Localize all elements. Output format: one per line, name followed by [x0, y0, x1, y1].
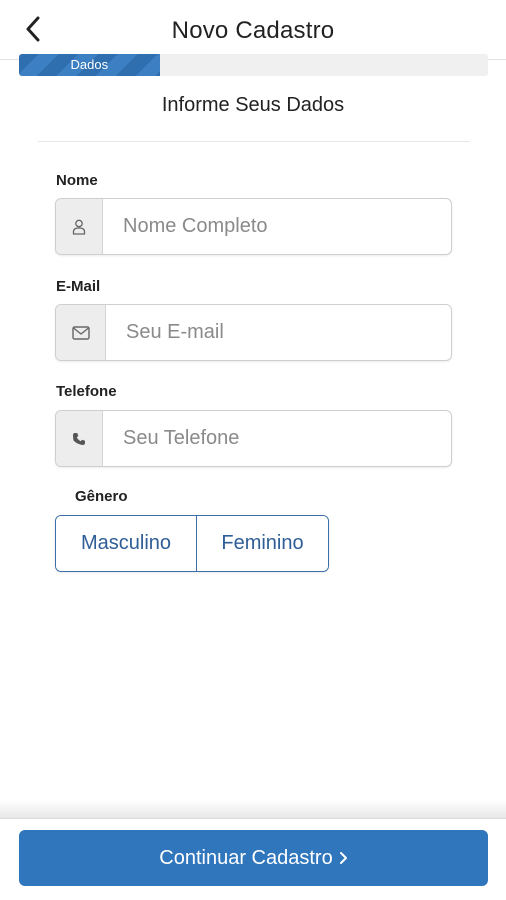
- phone-icon: [73, 432, 85, 445]
- continue-label: Continuar Cadastro: [159, 846, 333, 869]
- envelope-icon: [71, 325, 90, 340]
- phone-input-group: [55, 410, 452, 467]
- continue-button[interactable]: Continuar Cadastro: [19, 830, 488, 886]
- email-input[interactable]: [106, 305, 451, 360]
- phone-input[interactable]: [103, 411, 451, 466]
- progress-bar: Dados: [19, 54, 488, 76]
- name-input-group: [55, 198, 452, 255]
- name-addon: [56, 199, 103, 254]
- section-title: Informe Seus Dados: [161, 94, 345, 116]
- gender-option-masculino[interactable]: Masculino: [56, 516, 197, 571]
- phone-addon: [56, 411, 103, 466]
- app-header: Novo Cadastro: [0, 0, 506, 60]
- footer-shadow: [0, 800, 506, 820]
- progress-label: Dados: [70, 57, 109, 72]
- gender-label: Gênero: [75, 488, 128, 505]
- gender-toggle-group: Masculino Feminino: [55, 515, 329, 572]
- progress-fill: Dados: [19, 54, 160, 76]
- email-addon: [56, 305, 106, 360]
- gender-option-feminino[interactable]: Feminino: [197, 516, 328, 571]
- name-label: Nome: [56, 172, 98, 189]
- user-icon: [72, 219, 86, 235]
- phone-label: Telefone: [56, 383, 117, 400]
- register-screen: Novo Cadastro Dados Informe Seus Dados N…: [0, 0, 506, 900]
- email-input-group: [55, 304, 452, 361]
- page-title: Novo Cadastro: [171, 17, 335, 44]
- email-label: E-Mail: [56, 278, 101, 295]
- name-input[interactable]: [103, 199, 451, 254]
- chevron-right-icon: [339, 852, 347, 864]
- divider: [38, 141, 470, 142]
